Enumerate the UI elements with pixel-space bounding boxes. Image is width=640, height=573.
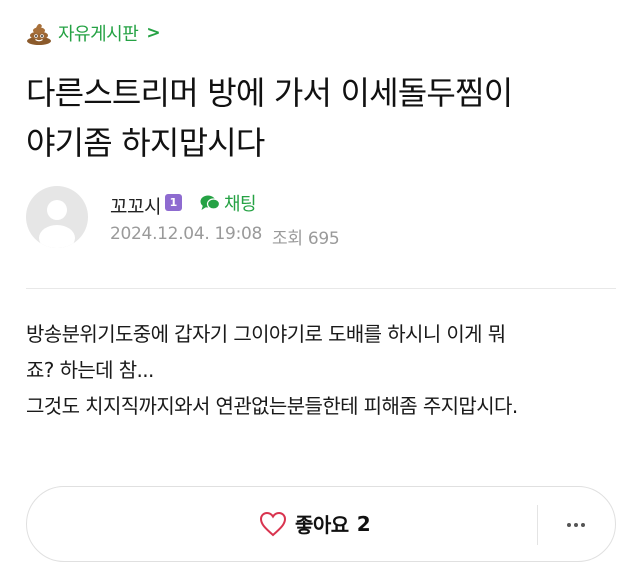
action-divider <box>537 505 538 545</box>
body-line: 죠? 하는데 참... <box>26 358 154 382</box>
views-value: 695 <box>307 229 340 249</box>
avatar[interactable] <box>26 186 88 248</box>
view-count: 조회 695 <box>272 224 340 249</box>
like-count: 2 <box>356 511 371 536</box>
post-meta: 2024.12.04. 19:08 조회 695 <box>110 224 340 249</box>
more-dot-icon <box>567 523 571 527</box>
like-label: 좋아요 <box>295 513 349 537</box>
post-date: 2024.12.04. 19:08 <box>110 224 263 244</box>
post-body: 방송분위기도중에 갑자기 그이야기로 도배를 하시니 이게 뭐 죠? 하는데 참… <box>26 316 626 424</box>
chevron-right-icon: > <box>146 23 161 43</box>
body-line: 방송분위기도중에 갑자기 그이야기로 도배를 하시니 이게 뭐 <box>26 322 506 346</box>
chat-button[interactable]: 채팅 <box>200 190 257 216</box>
more-dot-icon <box>581 523 585 527</box>
post-title: 다른스트리머 방에 가서 이세돌두찜이 야기좀 하지맙시다 <box>26 68 616 168</box>
board-link[interactable]: 자유게시판 > <box>26 18 161 48</box>
chat-label: 채팅 <box>224 194 257 215</box>
more-options-button[interactable] <box>554 509 598 541</box>
author-name[interactable]: 꼬꼬시 <box>110 192 161 219</box>
poop-icon <box>26 21 52 45</box>
divider <box>26 288 616 289</box>
more-dot-icon <box>574 523 578 527</box>
board-name: 자유게시판 <box>58 24 139 45</box>
author-block: 꼬꼬시 1 채팅 2024.12.04. 19:08 조회 695 <box>26 186 616 252</box>
like-button[interactable]: 좋아요 2 <box>259 509 371 538</box>
post-title-line-1: 다른스트리머 방에 가서 이세돌두찜이 <box>26 74 513 112</box>
chat-bubble-icon <box>200 194 221 212</box>
default-user-icon <box>39 200 75 248</box>
action-bar: 좋아요 2 <box>26 486 616 562</box>
level-badge: 1 <box>165 194 182 211</box>
heart-icon <box>259 511 287 537</box>
views-label: 조회 <box>272 229 303 249</box>
body-line: 그것도 치지직까지와서 연관없는분들한테 피해좀 주지맙시다. <box>26 394 518 418</box>
post-title-line-2: 야기좀 하지맙시다 <box>26 124 265 162</box>
